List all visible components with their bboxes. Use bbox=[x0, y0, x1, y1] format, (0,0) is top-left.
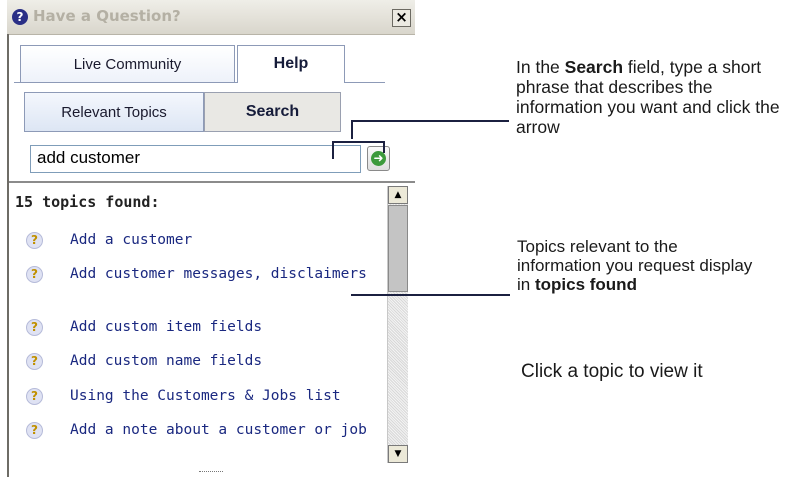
help-topic-icon: ? bbox=[26, 232, 43, 249]
help-topic-icon: ? bbox=[26, 422, 43, 439]
tab-help[interactable]: Help bbox=[237, 45, 345, 83]
green-arrow-icon: ➜ bbox=[371, 151, 386, 166]
panel-left-border bbox=[7, 34, 9, 477]
topics-found-note: Topics relevant to the information you r… bbox=[517, 237, 753, 294]
callout-line bbox=[351, 120, 353, 139]
help-topic-icon: ? bbox=[26, 353, 43, 370]
scroll-up-arrow-icon[interactable]: ▲ bbox=[388, 186, 408, 204]
scroll-down-arrow-icon[interactable]: ▼ bbox=[388, 445, 408, 463]
topic-link[interactable]: Add custom item fields bbox=[70, 318, 370, 337]
help-topic-icon: ? bbox=[26, 319, 43, 336]
topics-found-count: 15 topics found: bbox=[15, 193, 160, 211]
topic-link[interactable]: Using the Customers & Jobs list bbox=[70, 387, 370, 406]
topic-link[interactable]: Add a customer bbox=[70, 231, 370, 250]
callout-line bbox=[332, 141, 384, 143]
close-button[interactable]: × bbox=[392, 9, 411, 27]
resize-grip[interactable] bbox=[199, 471, 223, 475]
help-topic-icon: ? bbox=[26, 388, 43, 405]
search-instruction-note: In the Search field, type a short phrase… bbox=[516, 57, 780, 137]
results-separator bbox=[9, 181, 415, 183]
question-mark-icon: ? bbox=[12, 9, 28, 25]
tab-divider bbox=[345, 82, 385, 83]
callout-line bbox=[383, 141, 385, 153]
callout-line bbox=[351, 294, 510, 296]
click-topic-note: Click a topic to view it bbox=[521, 361, 703, 382]
subtab-search[interactable]: Search bbox=[204, 92, 341, 132]
scrollbar-thumb[interactable] bbox=[388, 205, 408, 292]
topic-link[interactable]: Add customer messages, disclaimers bbox=[70, 265, 370, 284]
title-bar[interactable]: ? Have a Question? × bbox=[7, 0, 415, 35]
search-input[interactable]: add customer bbox=[30, 145, 361, 173]
help-topic-icon: ? bbox=[26, 266, 43, 283]
topic-link[interactable]: Add custom name fields bbox=[70, 352, 370, 371]
tab-live-community[interactable]: Live Community bbox=[20, 45, 235, 82]
callout-line bbox=[332, 141, 334, 159]
subtab-relevant-topics[interactable]: Relevant Topics bbox=[24, 92, 204, 132]
callout-line bbox=[351, 120, 509, 122]
results-scrollbar[interactable]: ▲ ▼ bbox=[387, 186, 408, 463]
tab-divider bbox=[14, 82, 237, 83]
topic-link[interactable]: Add a note about a customer or job bbox=[70, 421, 370, 440]
window-title: Have a Question? bbox=[33, 7, 181, 25]
search-go-button[interactable]: ➜ bbox=[367, 146, 390, 171]
